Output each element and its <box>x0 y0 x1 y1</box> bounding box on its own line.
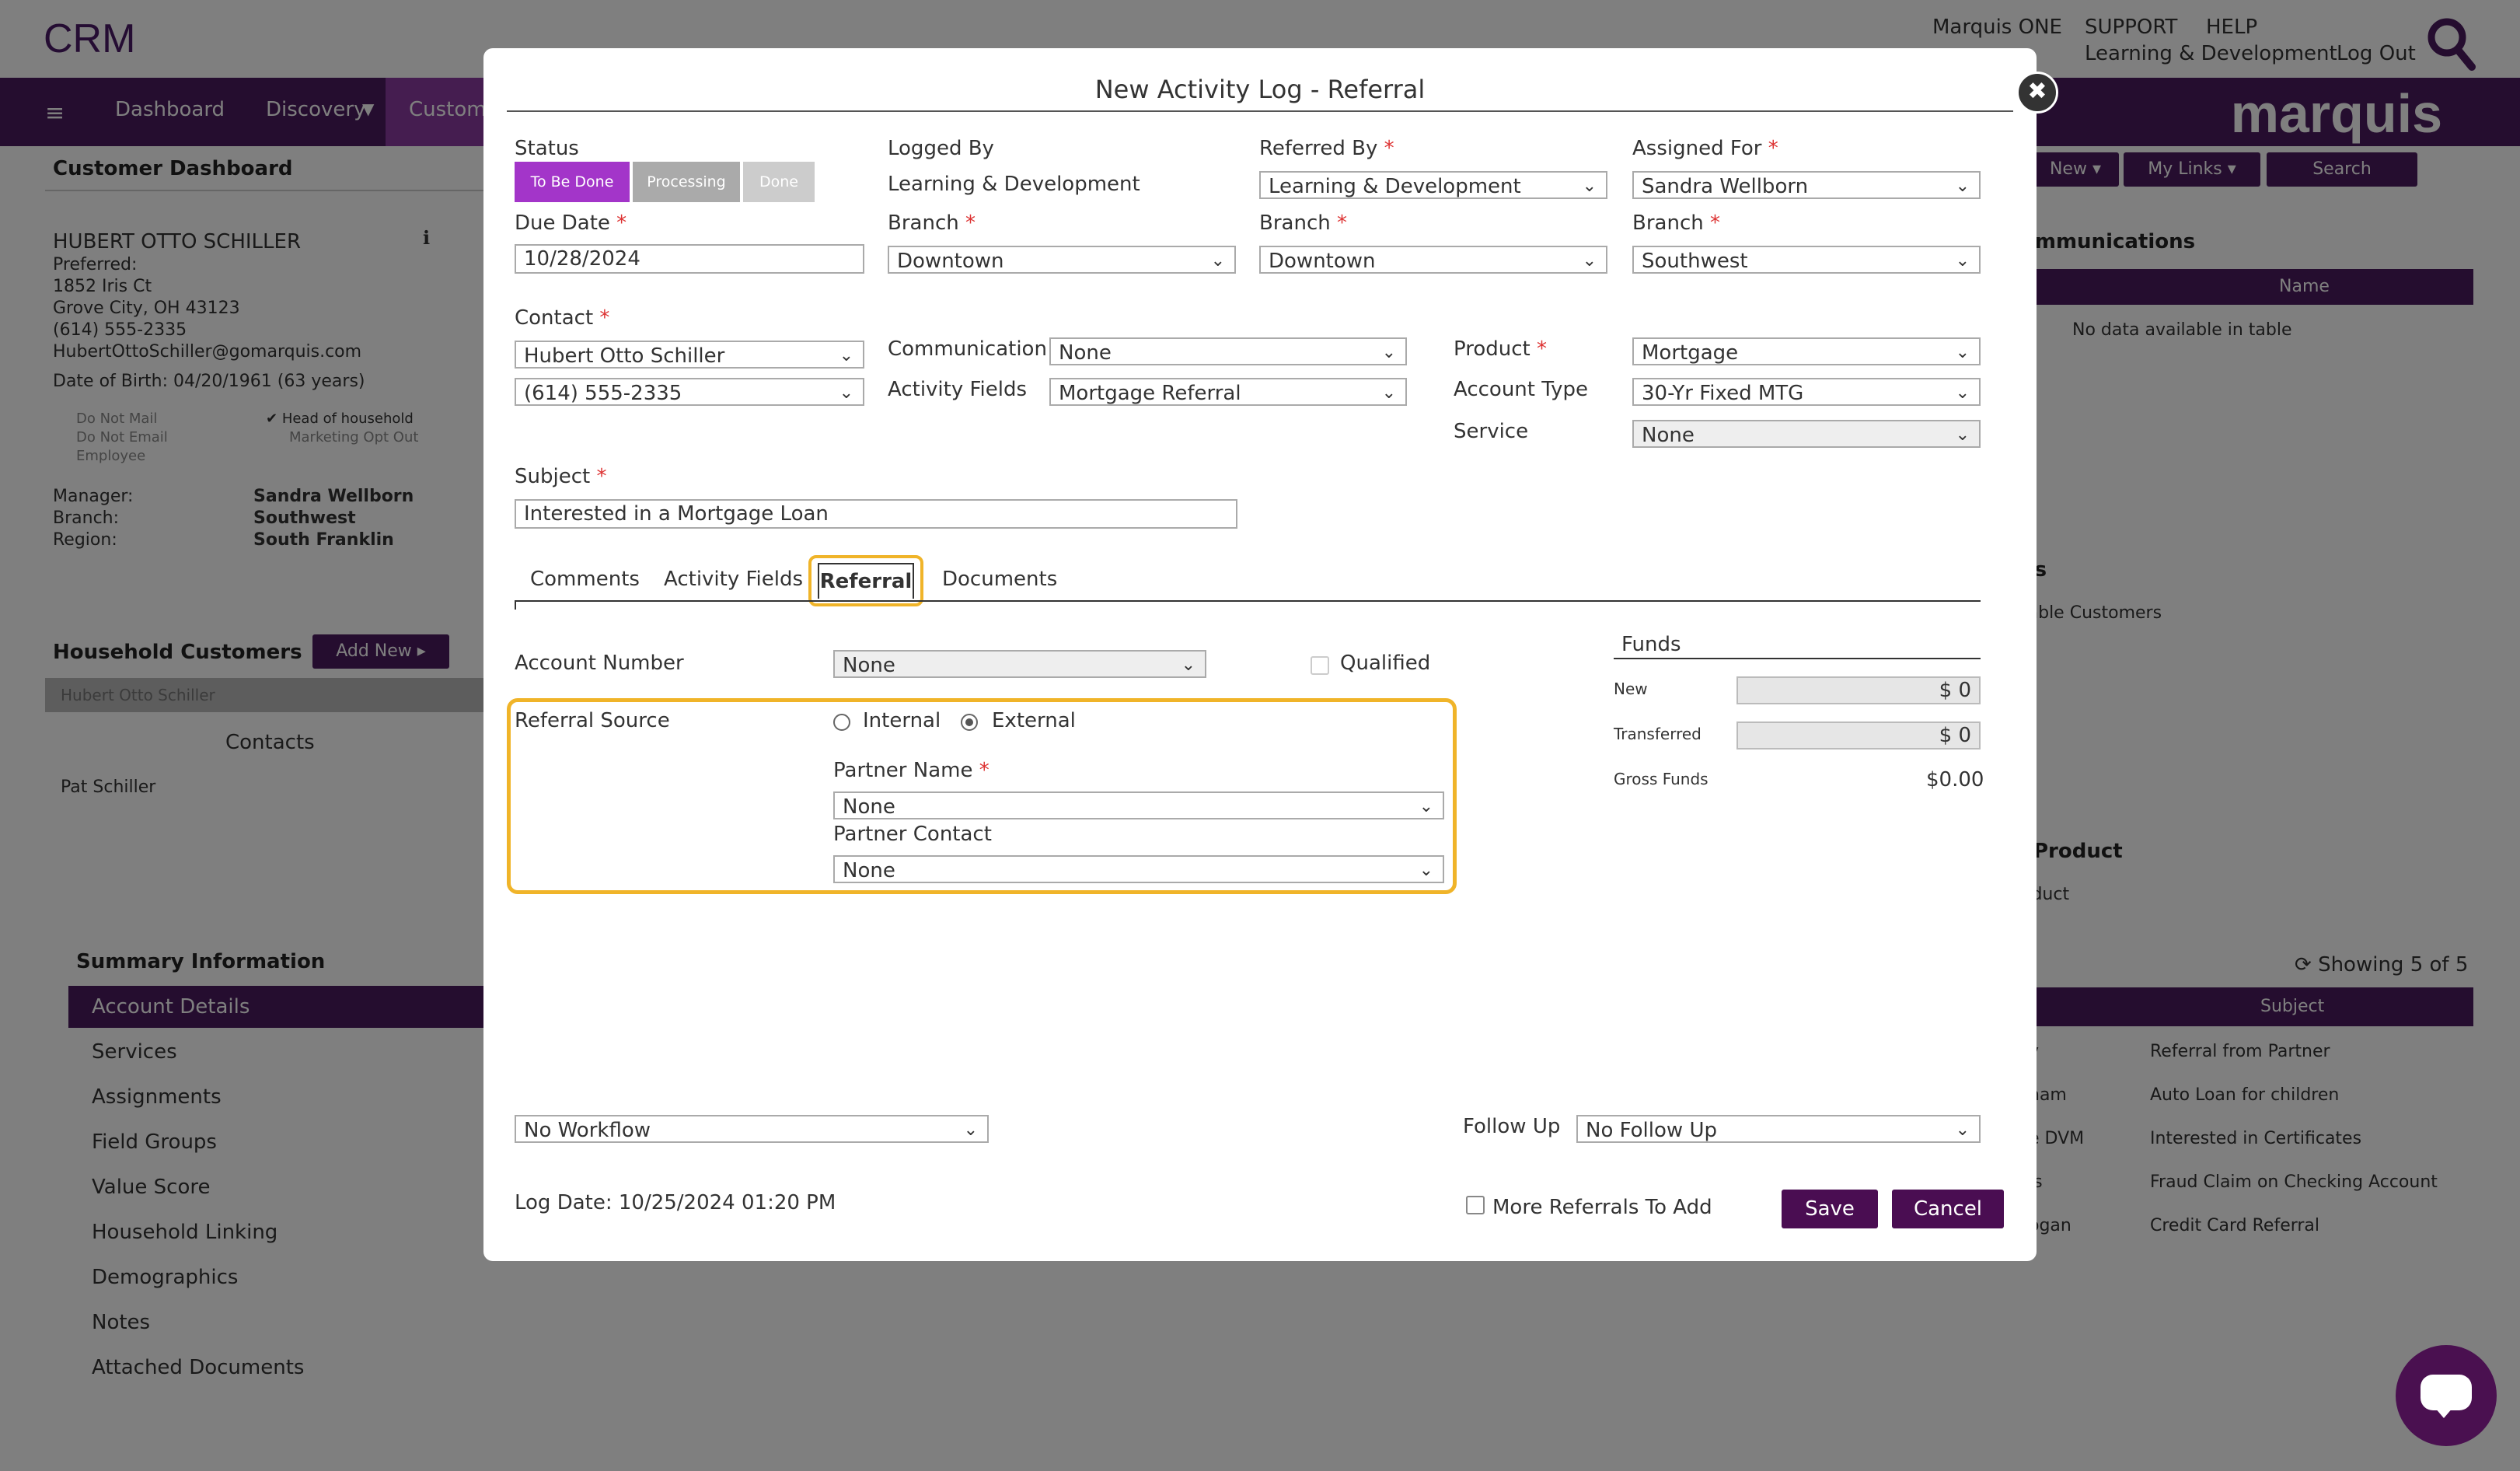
activity-fields-label: Activity Fields <box>888 378 1028 401</box>
logged-by-value: Learning & Development <box>888 173 1140 196</box>
chat-button[interactable] <box>2396 1345 2497 1446</box>
status-to-be-done[interactable]: To Be Done <box>515 162 630 202</box>
service-label: Service <box>1454 420 1529 443</box>
assigned-for-select[interactable]: Sandra Wellborn ⌄ <box>1632 171 1981 199</box>
communication-label: Communication <box>888 337 1047 361</box>
due-date-input[interactable]: 10/28/2024 <box>515 244 864 274</box>
contact-select[interactable]: Hubert Otto Schiller ⌄ <box>515 341 864 369</box>
save-button[interactable]: Save <box>1782 1190 1878 1228</box>
subject-input[interactable]: Interested in a Mortgage Loan <box>515 499 1237 529</box>
assigned-branch-select[interactable]: Southwest ⌄ <box>1632 246 1981 274</box>
partner-contact-select[interactable]: None ⌄ <box>833 855 1444 883</box>
gross-funds-value: $0.00 <box>1926 768 1984 791</box>
gross-funds-label: Gross Funds <box>1614 770 1709 788</box>
status-label: Status <box>515 137 579 160</box>
communication-select[interactable]: None ⌄ <box>1049 337 1407 365</box>
account-type-select[interactable]: 30-Yr Fixed MTG ⌄ <box>1632 378 1981 406</box>
chevron-down-icon: ⌄ <box>1955 425 1970 445</box>
qualified-checkbox[interactable] <box>1311 656 1329 675</box>
log-date: Log Date: 10/25/2024 01:20 PM <box>515 1191 836 1214</box>
referred-branch-select[interactable]: Downtown ⌄ <box>1259 246 1607 274</box>
contact-label: Contact * <box>515 306 610 330</box>
chevron-down-icon: ⌄ <box>839 383 853 403</box>
chevron-down-icon: ⌄ <box>1210 251 1225 271</box>
partner-name-select[interactable]: None ⌄ <box>833 791 1444 819</box>
subject-label: Subject * <box>515 465 607 488</box>
chevron-down-icon: ⌄ <box>1955 1120 1970 1140</box>
internal-radio[interactable] <box>833 714 850 731</box>
due-date-label: Due Date * <box>515 211 627 235</box>
partner-contact-label: Partner Contact <box>833 823 992 846</box>
tab-activity-fields[interactable]: Activity Fields <box>664 568 803 591</box>
funds-transferred-label: Transferred <box>1614 725 1702 743</box>
chevron-down-icon: ⌄ <box>1419 797 1433 816</box>
chevron-down-icon: ⌄ <box>1181 655 1195 675</box>
account-number-label: Account Number <box>515 652 684 675</box>
logged-by-label: Logged By <box>888 137 994 160</box>
product-select[interactable]: Mortgage ⌄ <box>1632 337 1981 365</box>
close-icon[interactable]: ✖ <box>2016 72 2058 114</box>
funds-new-label: New <box>1614 680 1648 698</box>
contact-phone-select[interactable]: (614) 555-2335 ⌄ <box>515 378 864 406</box>
tab-bar-line <box>515 600 1981 602</box>
account-type-label: Account Type <box>1454 378 1588 401</box>
account-number-select[interactable]: None ⌄ <box>833 650 1206 678</box>
partner-name-label: Partner Name * <box>833 759 990 782</box>
status-done[interactable]: Done <box>743 162 815 202</box>
assigned-for-label: Assigned For * <box>1632 137 1778 160</box>
chat-icon <box>2421 1375 2472 1410</box>
chevron-down-icon: ⌄ <box>1955 176 1970 196</box>
more-referrals-label[interactable]: More Referrals To Add <box>1492 1196 1712 1219</box>
workflow-select[interactable]: No Workflow ⌄ <box>515 1115 989 1143</box>
qualified-label: Qualified <box>1340 652 1431 675</box>
chevron-down-icon: ⌄ <box>1955 383 1970 403</box>
activity-fields-select[interactable]: Mortgage Referral ⌄ <box>1049 378 1407 406</box>
chevron-down-icon: ⌄ <box>1381 383 1396 403</box>
chevron-down-icon: ⌄ <box>1381 343 1396 362</box>
tab-referral[interactable]: Referral <box>808 555 923 606</box>
modal-title: New Activity Log - Referral <box>1094 75 1426 104</box>
funds-divider <box>1614 658 1981 659</box>
assigned-branch-label: Branch * <box>1632 211 1720 235</box>
referred-by-label: Referred By * <box>1259 137 1394 160</box>
chevron-down-icon: ⌄ <box>1955 251 1970 271</box>
chevron-down-icon: ⌄ <box>1582 251 1597 271</box>
chevron-down-icon: ⌄ <box>1955 343 1970 362</box>
internal-label[interactable]: Internal <box>863 709 941 732</box>
external-radio[interactable] <box>961 714 978 731</box>
status-processing[interactable]: Processing <box>633 162 740 202</box>
chat-icon-tail <box>2434 1407 2453 1418</box>
title-divider <box>507 110 2013 112</box>
chevron-down-icon: ⌄ <box>1419 861 1433 880</box>
chevron-down-icon: ⌄ <box>839 346 853 365</box>
follow-up-select[interactable]: No Follow Up ⌄ <box>1576 1115 1981 1143</box>
more-referrals-checkbox[interactable] <box>1466 1196 1485 1214</box>
referred-by-select[interactable]: Learning & Development ⌄ <box>1259 171 1607 199</box>
branch-label: Branch * <box>888 211 976 235</box>
tab-comments[interactable]: Comments <box>530 568 640 591</box>
product-label: Product * <box>1454 337 1547 361</box>
branch-select[interactable]: Downtown ⌄ <box>888 246 1236 274</box>
service-select[interactable]: None ⌄ <box>1632 420 1981 448</box>
funds-new-value[interactable]: $ 0 <box>1736 676 1981 704</box>
cancel-button[interactable]: Cancel <box>1892 1190 2004 1228</box>
tab-bar-edge <box>515 600 516 610</box>
follow-up-label: Follow Up <box>1463 1115 1561 1138</box>
tab-documents[interactable]: Documents <box>942 568 1057 591</box>
chevron-down-icon: ⌄ <box>963 1120 978 1140</box>
funds-transferred-value[interactable]: $ 0 <box>1736 722 1981 749</box>
tab-referral-label[interactable]: Referral <box>818 563 914 599</box>
referral-source-label: Referral Source <box>515 709 670 732</box>
funds-title: Funds <box>1621 633 1681 656</box>
external-label[interactable]: External <box>992 709 1076 732</box>
referred-branch-label: Branch * <box>1259 211 1347 235</box>
chevron-down-icon: ⌄ <box>1582 176 1597 196</box>
